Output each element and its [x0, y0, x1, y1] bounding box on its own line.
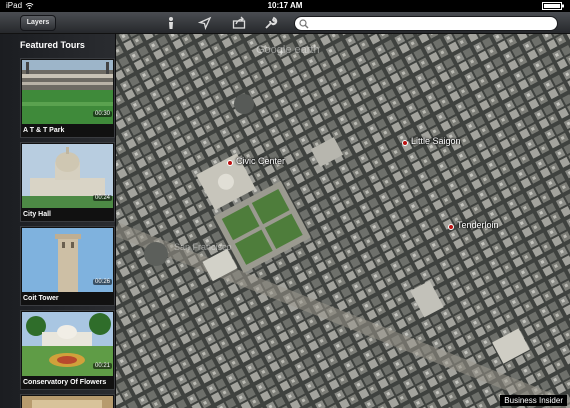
- tour-item-city-hall[interactable]: 00:24 City Hall: [20, 142, 115, 222]
- google-earth-watermark: Google earth: [256, 44, 320, 56]
- tour-item-conservatory-of-flowers[interactable]: 00:21 Conservatory Of Flowers: [20, 310, 115, 390]
- featured-tours-sidebar: Featured Tours 00:30 A T & T Park 00:24 …: [0, 34, 116, 408]
- search-input[interactable]: [311, 18, 551, 29]
- place-pin-civic-center[interactable]: [227, 160, 233, 166]
- battery-icon: [542, 2, 564, 10]
- person-icon[interactable]: [164, 16, 178, 30]
- san-francisco-label: San Francisco: [174, 242, 232, 252]
- tour-duration: 00:26: [92, 279, 112, 285]
- tour-item-att-park[interactable]: 00:30 A T & T Park: [20, 58, 115, 138]
- share-icon[interactable]: [232, 16, 246, 30]
- tour-label: Conservatory Of Flowers: [23, 379, 107, 386]
- clock: 10:17 AM: [267, 1, 303, 10]
- place-pin-little-saigon[interactable]: [402, 140, 408, 146]
- tour-label: A T & T Park: [23, 127, 65, 134]
- map-imagery: [116, 34, 570, 408]
- tour-duration: 00:24: [92, 195, 112, 201]
- place-label-civic-center[interactable]: Civic Center: [236, 156, 285, 166]
- search-field[interactable]: [294, 16, 558, 31]
- layers-button[interactable]: Layers: [20, 15, 56, 31]
- tour-item-coit-tower[interactable]: 00:26 Coit Tower: [20, 226, 115, 306]
- tour-duration: 00:21: [92, 363, 112, 369]
- tour-thumbnail: [22, 396, 113, 408]
- place-label-little-saigon[interactable]: Little Saigon: [411, 136, 461, 146]
- location-arrow-icon[interactable]: [198, 16, 212, 30]
- place-label-tenderloin[interactable]: Tenderloin: [457, 220, 499, 230]
- sidebar-title: Featured Tours: [20, 40, 85, 50]
- status-bar: iPad 10:17 AM: [0, 0, 570, 12]
- tour-label: Coit Tower: [23, 295, 59, 302]
- wrench-icon[interactable]: [264, 16, 278, 30]
- toolbar: Layers: [0, 12, 570, 34]
- tour-item-partial[interactable]: [20, 394, 115, 408]
- business-insider-credit: Business Insider: [500, 395, 567, 406]
- search-icon: [299, 19, 309, 29]
- tour-duration: 00:30: [92, 111, 112, 117]
- tour-label: City Hall: [23, 211, 52, 218]
- place-pin-tenderloin[interactable]: [448, 224, 454, 230]
- satellite-map[interactable]: Google earth San Francisco Civic Center …: [116, 34, 570, 408]
